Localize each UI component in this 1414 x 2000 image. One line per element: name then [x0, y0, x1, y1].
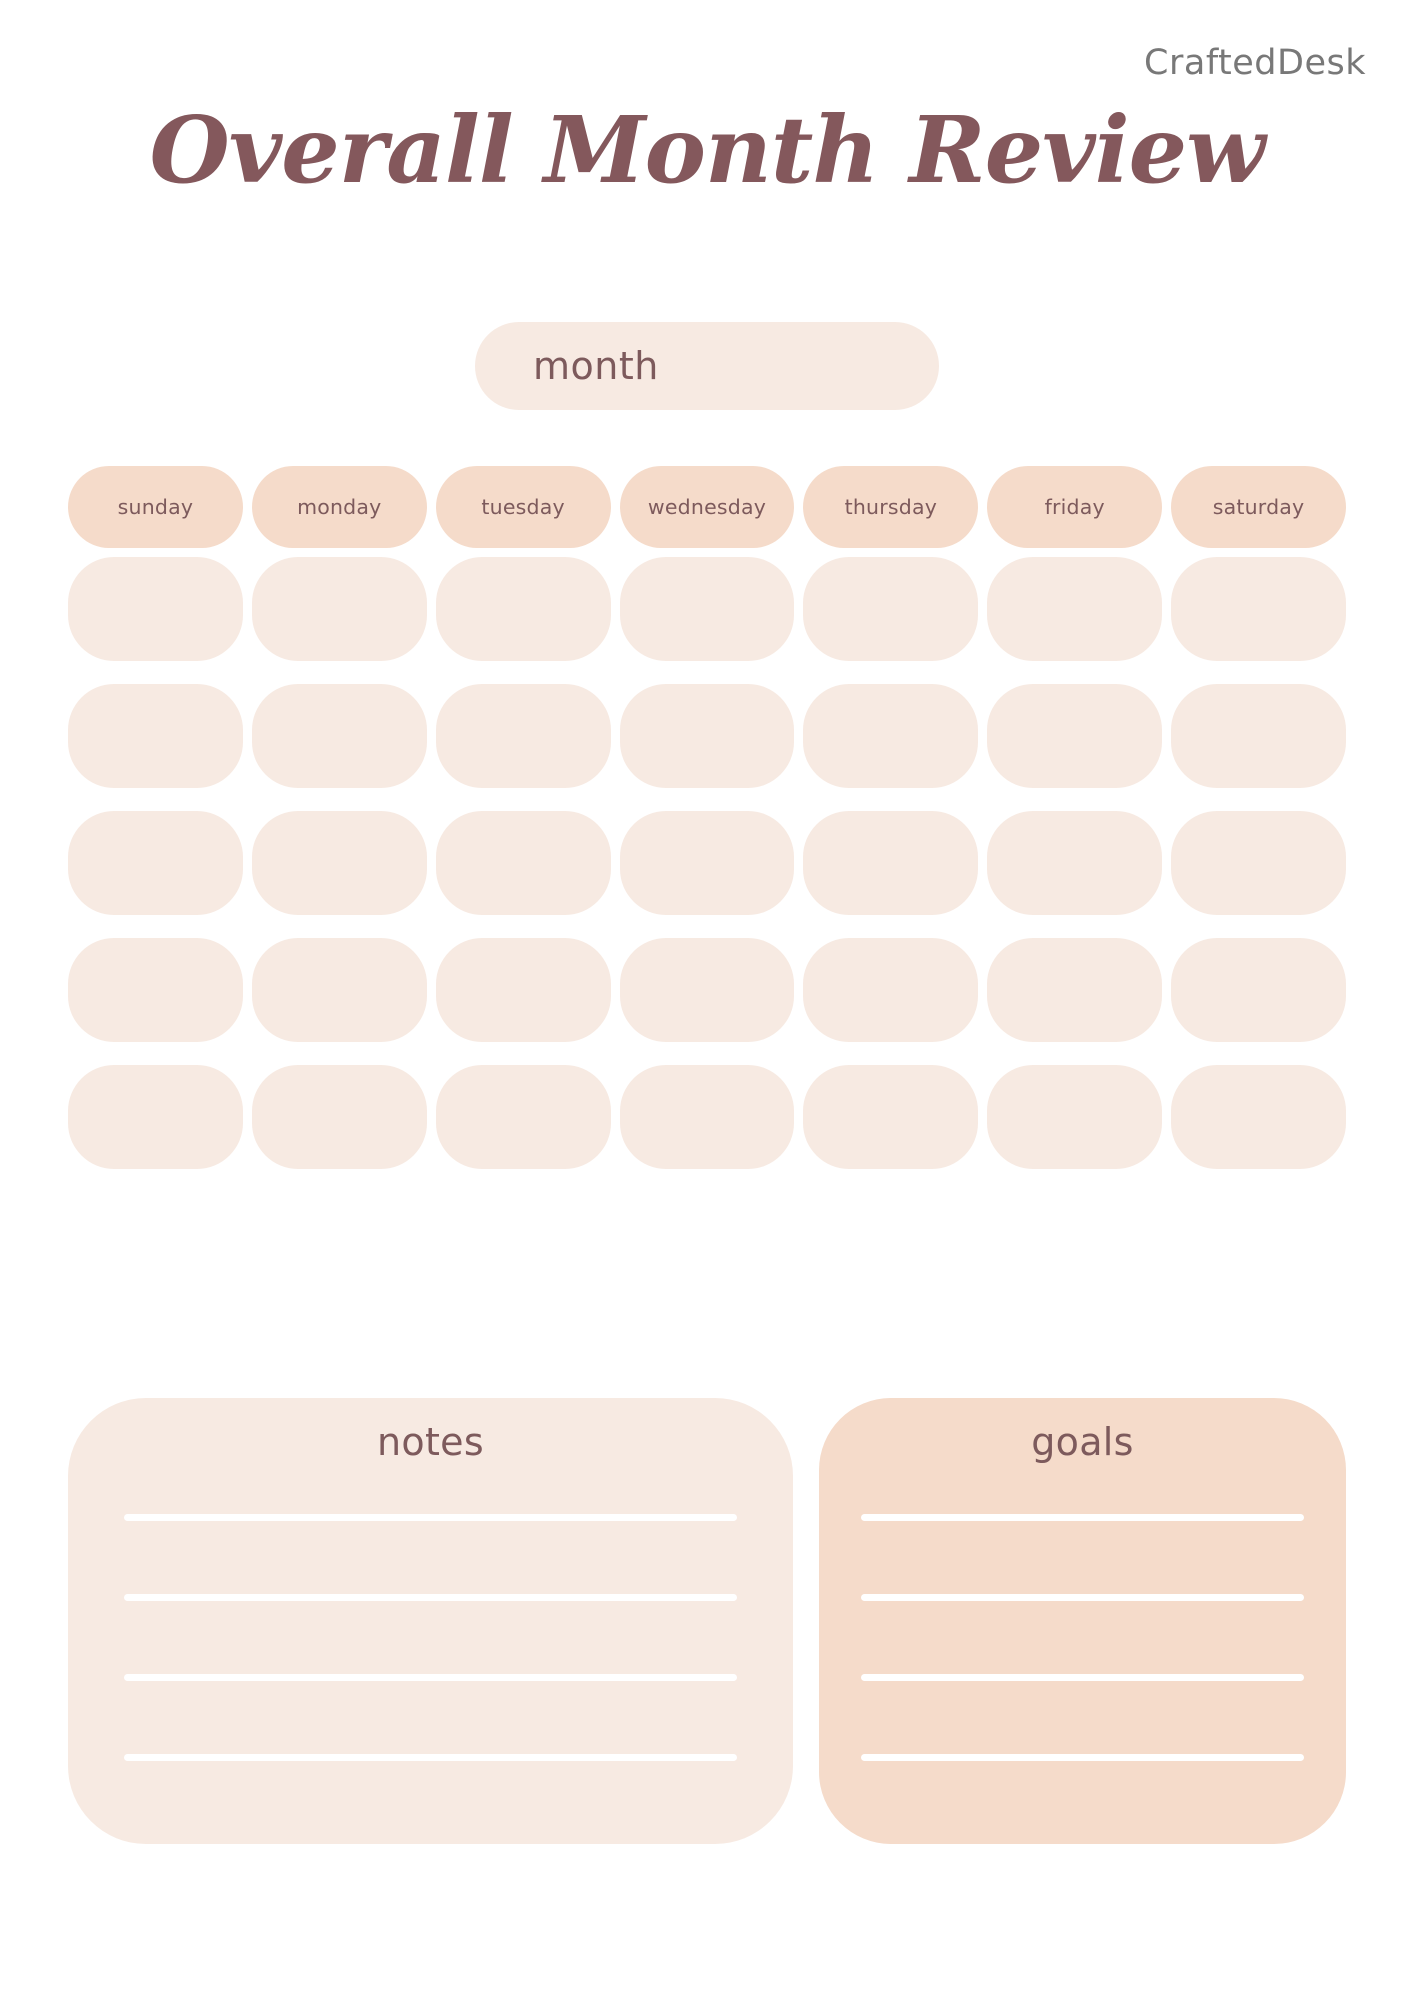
bottom-panels: notes goals — [68, 1398, 1346, 1844]
notes-panel-title: notes — [377, 1420, 484, 1464]
weekday-pill-wednesday: wednesday — [619, 466, 795, 548]
day-cell[interactable] — [619, 1065, 795, 1169]
weekday-pill-sunday: sunday — [68, 466, 243, 548]
day-cell[interactable] — [251, 938, 427, 1042]
day-cell[interactable] — [68, 811, 243, 915]
goals-write-line[interactable] — [861, 1754, 1304, 1761]
day-cell[interactable] — [987, 684, 1163, 788]
day-cell[interactable] — [987, 1065, 1163, 1169]
day-cell[interactable] — [803, 1065, 979, 1169]
weekday-pill-saturday: saturday — [1171, 466, 1346, 548]
day-cell[interactable] — [435, 811, 611, 915]
notes-write-line[interactable] — [124, 1674, 737, 1681]
day-cell[interactable] — [68, 557, 243, 661]
day-cell[interactable] — [803, 684, 979, 788]
day-cell[interactable] — [619, 684, 795, 788]
weekday-label: friday — [1044, 495, 1105, 519]
goals-write-line[interactable] — [861, 1674, 1304, 1681]
day-cell[interactable] — [435, 938, 611, 1042]
day-cell[interactable] — [251, 811, 427, 915]
notes-lines — [68, 1514, 793, 1761]
weekday-label: monday — [297, 495, 382, 519]
day-cell[interactable] — [987, 557, 1163, 661]
notes-write-line[interactable] — [124, 1514, 737, 1521]
goals-write-line[interactable] — [861, 1594, 1304, 1601]
weekday-label: thursday — [844, 495, 938, 519]
brand-logo: CraftedDesk — [1144, 43, 1366, 83]
day-cell[interactable] — [1171, 684, 1346, 788]
planner-page: CraftedDesk Overall Month Review month s… — [0, 0, 1414, 2000]
day-cell[interactable] — [1171, 811, 1346, 915]
day-cell[interactable] — [1171, 1065, 1346, 1169]
day-cell[interactable] — [251, 1065, 427, 1169]
weekday-header-row: sunday monday tuesday wednesday thursday frid… — [68, 466, 1346, 548]
weekday-pill-monday: monday — [251, 466, 427, 548]
weekday-label: sunday — [117, 495, 194, 519]
day-cell[interactable] — [619, 811, 795, 915]
day-cell[interactable] — [68, 684, 243, 788]
month-input[interactable]: month — [475, 322, 939, 410]
day-cell[interactable] — [251, 557, 427, 661]
day-cell[interactable] — [435, 1065, 611, 1169]
weekday-pill-thursday: thursday — [803, 466, 979, 548]
notes-write-line[interactable] — [124, 1754, 737, 1761]
goals-panel: goals — [819, 1398, 1346, 1844]
goals-write-line[interactable] — [861, 1514, 1304, 1521]
day-cell[interactable] — [251, 684, 427, 788]
weekday-pill-tuesday: tuesday — [435, 466, 611, 548]
goals-panel-title: goals — [1031, 1420, 1134, 1464]
day-cell[interactable] — [1171, 557, 1346, 661]
weekday-label: tuesday — [481, 495, 565, 519]
day-cell[interactable] — [803, 938, 979, 1042]
day-cell[interactable] — [68, 1065, 243, 1169]
weekday-label: wednesday — [647, 495, 767, 519]
day-cell[interactable] — [987, 938, 1163, 1042]
day-cell[interactable] — [987, 811, 1163, 915]
day-cell[interactable] — [619, 938, 795, 1042]
day-cell[interactable] — [1171, 938, 1346, 1042]
notes-write-line[interactable] — [124, 1594, 737, 1601]
day-cell[interactable] — [619, 557, 795, 661]
weekday-pill-friday: friday — [987, 466, 1163, 548]
month-label: month — [533, 344, 659, 388]
day-cell[interactable] — [68, 938, 243, 1042]
notes-panel: notes — [68, 1398, 793, 1844]
day-cell[interactable] — [435, 684, 611, 788]
goals-lines — [819, 1514, 1346, 1761]
day-cell[interactable] — [435, 557, 611, 661]
day-cell[interactable] — [803, 557, 979, 661]
day-cell[interactable] — [803, 811, 979, 915]
weekday-label: saturday — [1212, 495, 1305, 519]
day-cell-grid — [68, 557, 1346, 1169]
page-title: Overall Month Review — [149, 96, 1266, 204]
calendar-grid: sunday monday tuesday wednesday thursday frid… — [68, 466, 1346, 1169]
